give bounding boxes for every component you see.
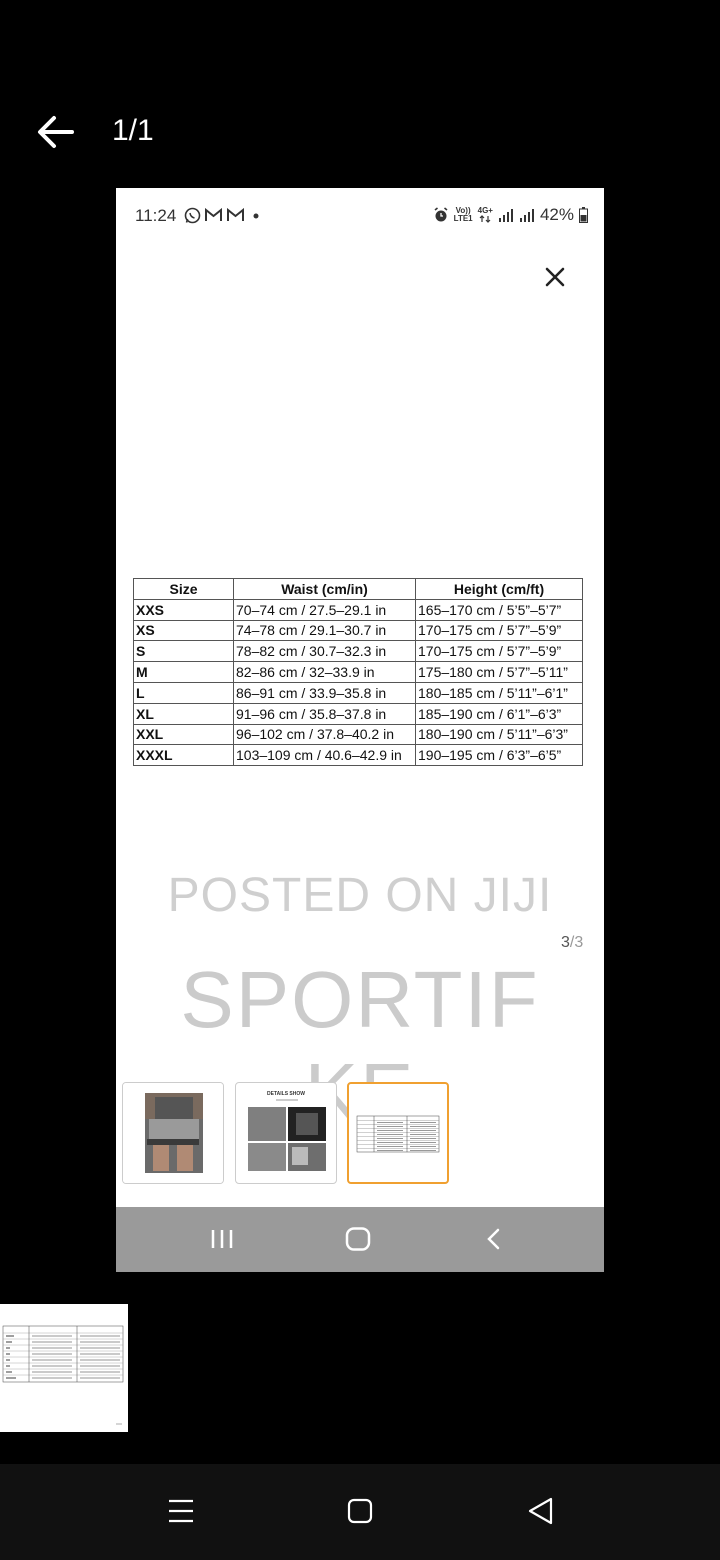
size-cell: M [133,661,234,683]
waist-cell: 82–86 cm / 32–33.9 in [233,661,416,683]
thumbnail-details-show[interactable]: DETAILS SHOW [235,1082,337,1184]
waist-cell: 96–102 cm / 37.8–40.2 in [233,723,416,746]
page-counter: 1/1 [112,114,154,147]
height-cell: 180–190 cm / 5’11”–6’3” [415,723,583,746]
status-time-dimmed [30,30,36,53]
table-row: S 78–82 cm / 30.7–32.3 in 170–175 cm / 5… [133,640,583,663]
height-cell: 185–190 cm / 6’1”–6’3” [415,702,583,725]
volte-indicator: Vo)) LTE1 [453,206,473,223]
waist-cell: 74–78 cm / 29.1–30.7 in [233,619,416,642]
watermark-posted-on-jiji: POSTED ON JIJI [167,869,553,922]
size-cell: XXS [133,598,234,621]
device-nav-bar [0,1464,720,1560]
close-icon [545,267,565,287]
table-row: M 82–86 cm / 32–33.9 in 175–180 cm / 5’7… [133,661,583,683]
size-cell: S [133,640,234,663]
more-notifications-dot-icon [253,213,259,219]
slide-total: /3 [569,934,584,951]
network-type-indicator: 4G+ [478,207,493,223]
size-cell: XXXL [133,744,234,767]
table-row: XXXL 103–109 cm / 40.6–42.9 in 190–195 c… [133,744,583,767]
whatsapp-icon [184,207,201,223]
data-arrows-icon [479,215,491,223]
size-chart-preview-image [2,1325,124,1425]
table-header: Size [133,578,234,600]
height-cell: 190–195 cm / 6’3”–6’5” [415,744,583,767]
thumbnail-shorts-model[interactable] [122,1082,224,1184]
signal-bars-icon [519,209,534,222]
height-cell: 170–175 cm / 5’7”–5’9” [415,619,583,642]
screenshot-nav-bar [116,1207,604,1272]
table-row: XL 91–96 cm / 35.8–37.8 in 185–190 cm / … [133,702,583,725]
gallery-preview-thumbnail[interactable] [0,1304,128,1432]
home-icon [345,1227,371,1251]
gmail-icon [227,208,244,221]
recent-apps-icon [211,1230,233,1248]
recent-apps-icon[interactable] [166,1496,196,1526]
notification-icons [184,206,262,224]
shorts-detail-image [248,1099,326,1171]
thumbnail-size-chart[interactable] [347,1082,449,1184]
table-header: Waist (cm/in) [233,578,416,600]
system-icons: Vo)) LTE1 4G+ 42% [433,205,588,225]
screenshot-time: 11:24 [135,206,177,225]
alarm-icon [434,207,448,222]
waist-cell: 78–82 cm / 30.7–32.3 in [233,640,416,663]
waist-cell: 70–74 cm / 27.5–29.1 in [233,598,416,621]
table-header: Height (cm/ft) [415,578,583,600]
battery-percent: 42% [539,205,574,224]
signal-bars-icon [498,209,513,222]
waist-cell: 103–109 cm / 40.6–42.9 in [233,744,416,767]
height-cell: 180–185 cm / 5’11”–6’1” [415,681,583,704]
back-button[interactable] [34,112,78,152]
slide-indicator: 3/3 [561,934,583,952]
battery-icon [579,207,588,223]
back-icon [487,1228,500,1250]
home-icon[interactable] [346,1496,374,1526]
table-row: XXS 70–74 cm / 27.5–29.1 in 165–170 cm /… [133,598,583,621]
size-cell: XS [133,619,234,642]
device-status-bar [0,0,720,80]
shorts-model-image [123,1083,223,1183]
height-cell: 170–175 cm / 5’7”–5’9” [415,640,583,663]
table-row: L 86–91 cm / 33.9–35.8 in 180–185 cm / 5… [133,681,583,704]
slide-current: 3 [561,934,570,951]
close-button[interactable] [542,264,568,290]
screenshot-status-bar: 11:24 Vo)) LTE1 4G+ 42% [116,188,604,244]
size-cell: XXL [133,723,234,746]
arrow-left-icon [38,116,74,148]
waist-cell: 86–91 cm / 33.9–35.8 in [233,681,416,704]
size-cell: XL [133,702,234,725]
back-icon[interactable] [526,1496,556,1526]
viewer-header: 1/1 [0,100,720,164]
waist-cell: 91–96 cm / 35.8–37.8 in [233,702,416,725]
table-header-row: Size Waist (cm/in) Height (cm/ft) [133,578,583,600]
size-chart-table: Size Waist (cm/in) Height (cm/ft) XXS 70… [133,578,583,767]
fullscreen-image[interactable]: 11:24 Vo)) LTE1 4G+ 42% Size Waist (cm/i… [116,188,604,1272]
table-row: XXL 96–102 cm / 37.8–40.2 in 180–190 cm … [133,723,583,746]
table-row: XS 74–78 cm / 29.1–30.7 in 170–175 cm / … [133,619,583,642]
height-cell: 165–170 cm / 5’5”–5’7” [415,598,583,621]
size-cell: L [133,681,234,704]
gmail-icon [205,208,222,221]
size-chart-mini-image [356,1115,440,1153]
height-cell: 175–180 cm / 5’7”–5’11” [415,661,583,683]
